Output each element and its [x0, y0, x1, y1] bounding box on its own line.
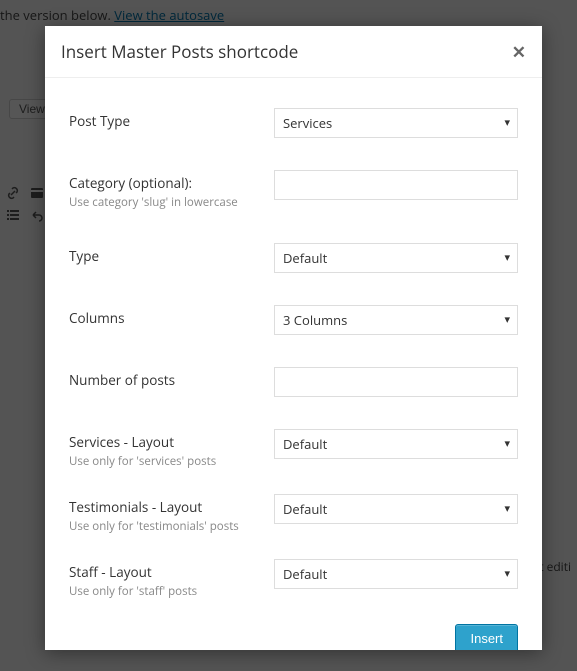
insert-button[interactable]: Insert — [455, 624, 518, 650]
field-services-layout: Services - Layout Use only for 'services… — [69, 429, 518, 470]
category-input[interactable] — [274, 170, 518, 200]
number-of-posts-input[interactable] — [274, 367, 518, 397]
field-staff-layout: Staff - Layout Use only for 'staff' post… — [69, 559, 518, 600]
field-category: Category (optional): Use category 'slug'… — [69, 170, 518, 211]
field-testimonials-layout: Testimonials - Layout Use only for 'test… — [69, 494, 518, 535]
category-hint: Use category 'slug' in lowercase — [69, 196, 262, 211]
staff-layout-label: Staff - Layout — [69, 563, 262, 581]
modal-actions: Insert — [69, 624, 518, 650]
field-number-of-posts: Number of posts — [69, 367, 518, 397]
post-type-select[interactable]: Services — [274, 108, 518, 138]
services-layout-select[interactable]: Default — [274, 429, 518, 459]
testimonials-layout-select[interactable]: Default — [274, 494, 518, 524]
post-type-label: Post Type — [69, 112, 262, 130]
services-layout-label: Services - Layout — [69, 433, 262, 451]
type-select[interactable]: Default — [274, 243, 518, 273]
type-label: Type — [69, 247, 262, 265]
number-of-posts-label: Number of posts — [69, 371, 262, 389]
close-icon[interactable]: ✕ — [512, 43, 526, 60]
staff-layout-select[interactable]: Default — [274, 559, 518, 589]
testimonials-layout-label: Testimonials - Layout — [69, 498, 262, 516]
field-type: Type Default — [69, 243, 518, 273]
insert-shortcode-modal: Insert Master Posts shortcode ✕ Post Typ… — [45, 26, 542, 650]
staff-layout-hint: Use only for 'staff' posts — [69, 585, 262, 600]
category-label: Category (optional): — [69, 174, 262, 192]
modal-body: Post Type Services Category (optional): … — [45, 78, 542, 650]
testimonials-layout-hint: Use only for 'testimonials' posts — [69, 520, 262, 535]
columns-select[interactable]: 3 Columns — [274, 305, 518, 335]
field-post-type: Post Type Services — [69, 108, 518, 138]
field-columns: Columns 3 Columns — [69, 305, 518, 335]
modal-header: Insert Master Posts shortcode ✕ — [45, 26, 542, 78]
services-layout-hint: Use only for 'services' posts — [69, 455, 262, 470]
columns-label: Columns — [69, 309, 262, 327]
modal-title: Insert Master Posts shortcode — [61, 40, 298, 63]
